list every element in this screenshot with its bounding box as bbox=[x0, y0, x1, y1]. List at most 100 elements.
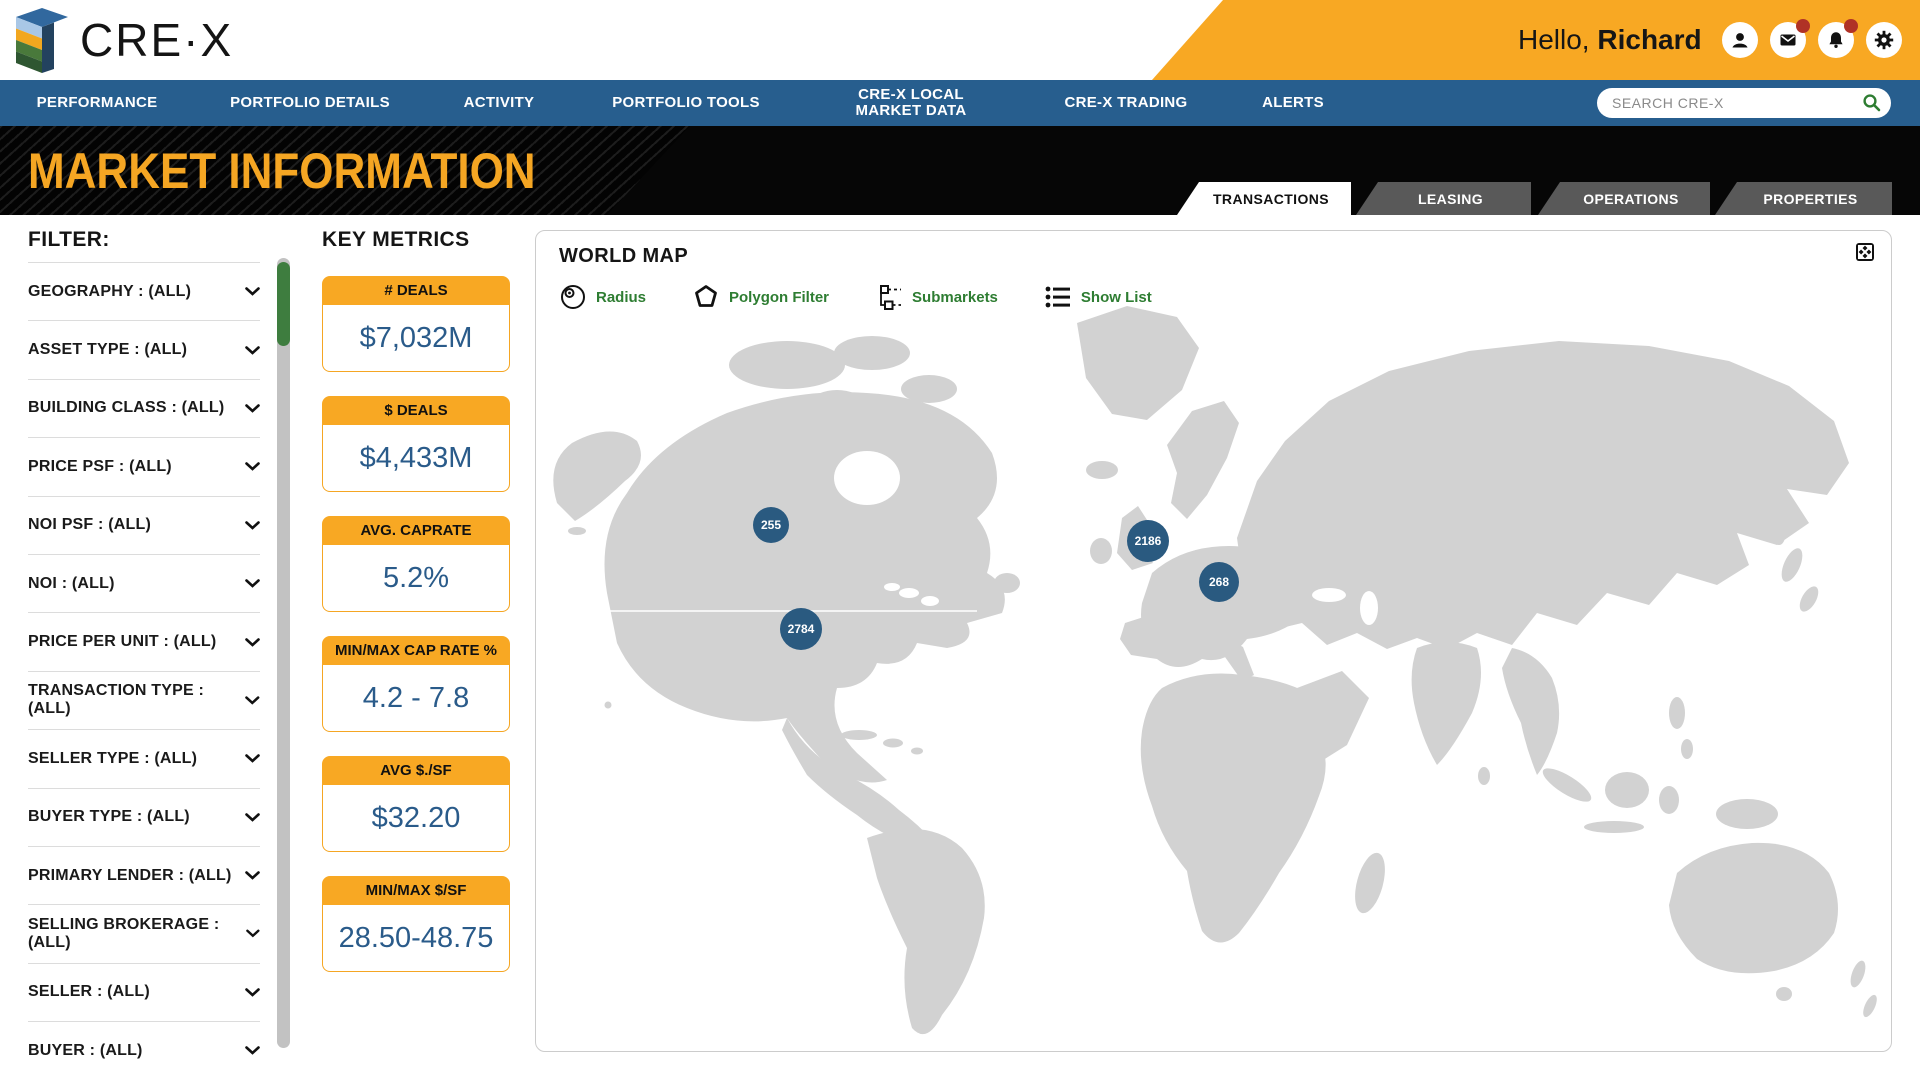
metric-card-avg-psf: AVG $./SF $32.20 bbox=[322, 756, 510, 852]
chevron-down-icon bbox=[245, 696, 260, 705]
chevron-down-icon bbox=[246, 929, 260, 938]
chevron-down-icon bbox=[245, 871, 260, 880]
metric-card-minmax-caprate: MIN/MAX CAP RATE % 4.2 - 7.8 bbox=[322, 636, 510, 732]
filter-row-selling-brokerage[interactable]: SELLING BROKERAGE : (ALL) bbox=[28, 904, 260, 962]
metric-value: 5.2% bbox=[322, 545, 510, 612]
metric-label: MIN/MAX CAP RATE % bbox=[322, 636, 510, 665]
filter-row-label: BUILDING CLASS : (ALL) bbox=[28, 399, 224, 417]
brand[interactable]: CRE·X bbox=[14, 6, 233, 74]
filter-row-label: GEOGRAPHY : (ALL) bbox=[28, 283, 191, 301]
account-button[interactable] bbox=[1722, 22, 1758, 58]
greeting: Hello, Richard bbox=[1518, 0, 1702, 80]
notifications-badge bbox=[1844, 19, 1858, 33]
key-metrics-title: KEY METRICS bbox=[322, 228, 510, 252]
nav-item-activity[interactable]: ACTIVITY bbox=[464, 80, 535, 126]
world-map-title: WORLD MAP bbox=[559, 245, 688, 268]
filter-row-label: PRIMARY LENDER : (ALL) bbox=[28, 867, 232, 885]
brand-logo-icon bbox=[14, 6, 72, 74]
nav-item-alerts[interactable]: ALERTS bbox=[1262, 80, 1324, 126]
filter-row-primary-lender[interactable]: PRIMARY LENDER : (ALL) bbox=[28, 846, 260, 904]
map-cluster-marker[interactable]: 2784 bbox=[780, 608, 822, 650]
key-metrics: KEY METRICS # DEALS $7,032M $ DEALS $4,4… bbox=[322, 228, 510, 972]
header-icon-buttons bbox=[1722, 22, 1902, 58]
bell-icon bbox=[1826, 30, 1846, 50]
filter-scrollbar-track[interactable] bbox=[277, 258, 290, 1048]
tab-properties[interactable]: PROPERTIES bbox=[1715, 182, 1892, 215]
expand-icon[interactable] bbox=[1855, 242, 1875, 262]
metric-value: $7,032M bbox=[322, 305, 510, 372]
metric-label: MIN/MAX $/SF bbox=[322, 876, 510, 905]
tab-operations[interactable]: OPERATIONS bbox=[1538, 182, 1710, 215]
nav-item-portfolio-tools[interactable]: PORTFOLIO TOOLS bbox=[612, 80, 760, 126]
filter-row-label: NOI : (ALL) bbox=[28, 575, 115, 593]
person-icon bbox=[1730, 30, 1750, 50]
page-banner: MARKET INFORMATION TRANSACTIONS LEASING … bbox=[0, 126, 1920, 215]
chevron-down-icon bbox=[245, 521, 260, 530]
filter-scrollbar-thumb[interactable] bbox=[277, 262, 290, 346]
metric-value: 4.2 - 7.8 bbox=[322, 665, 510, 732]
brand-name: CRE·X bbox=[80, 13, 233, 67]
map-cluster-marker[interactable]: 255 bbox=[753, 507, 789, 543]
search-icon[interactable] bbox=[1862, 93, 1882, 113]
world-map-panel: WORLD MAP Radius Pol bbox=[535, 230, 1892, 1052]
filter-row-noi-psf[interactable]: NOI PSF : (ALL) bbox=[28, 496, 260, 554]
chevron-down-icon bbox=[245, 579, 260, 588]
metric-card-minmax-psf: MIN/MAX $/SF 28.50-48.75 bbox=[322, 876, 510, 972]
nav-item-crex-trading[interactable]: CRE-X TRADING bbox=[1064, 80, 1187, 126]
chevron-down-icon bbox=[245, 813, 260, 822]
mail-icon bbox=[1778, 30, 1798, 50]
filter-row-label: NOI PSF : (ALL) bbox=[28, 516, 151, 534]
app-root: CRE·X Hello, Richard bbox=[0, 0, 1920, 1080]
chevron-down-icon bbox=[245, 754, 260, 763]
search bbox=[1597, 88, 1891, 118]
chevron-down-icon bbox=[245, 1046, 260, 1055]
nav-item-crex-local-market-data[interactable]: CRE-X LOCAL MARKET DATA bbox=[855, 80, 966, 126]
filter-row-price-psf[interactable]: PRICE PSF : (ALL) bbox=[28, 437, 260, 495]
filter-row-price-per-unit[interactable]: PRICE PER UNIT : (ALL) bbox=[28, 612, 260, 670]
map-cluster-marker[interactable]: 2186 bbox=[1127, 520, 1169, 562]
search-input[interactable] bbox=[1597, 88, 1891, 118]
map-cluster-marker[interactable]: 268 bbox=[1199, 562, 1239, 602]
metric-card-avg-caprate: AVG. CAPRATE 5.2% bbox=[322, 516, 510, 612]
filter-row-geography[interactable]: GEOGRAPHY : (ALL) bbox=[28, 262, 260, 320]
tab-transactions[interactable]: TRANSACTIONS bbox=[1177, 182, 1351, 215]
metric-label: AVG. CAPRATE bbox=[322, 516, 510, 545]
greeting-prefix: Hello, bbox=[1518, 24, 1597, 56]
filter-title: FILTER: bbox=[28, 228, 260, 252]
settings-button[interactable] bbox=[1866, 22, 1902, 58]
metric-value: 28.50-48.75 bbox=[322, 905, 510, 972]
filter-row-buyer[interactable]: BUYER : (ALL) bbox=[28, 1021, 260, 1079]
filter-list: GEOGRAPHY : (ALL) ASSET TYPE : (ALL) BUI… bbox=[28, 262, 260, 1079]
header: CRE·X Hello, Richard bbox=[0, 0, 1920, 80]
chevron-down-icon bbox=[245, 462, 260, 471]
gear-icon bbox=[1874, 30, 1894, 50]
messages-badge bbox=[1796, 19, 1810, 33]
chevron-down-icon bbox=[245, 404, 260, 413]
metric-label: $ DEALS bbox=[322, 396, 510, 425]
metric-value: $32.20 bbox=[322, 785, 510, 852]
world-map[interactable] bbox=[537, 293, 1892, 1048]
filter-row-seller[interactable]: SELLER : (ALL) bbox=[28, 963, 260, 1021]
filter-row-noi[interactable]: NOI : (ALL) bbox=[28, 554, 260, 612]
notifications-button[interactable] bbox=[1818, 22, 1854, 58]
filter-row-label: BUYER TYPE : (ALL) bbox=[28, 808, 190, 826]
metric-card-num-deals: # DEALS $7,032M bbox=[322, 276, 510, 372]
tab-leasing[interactable]: LEASING bbox=[1356, 182, 1531, 215]
filter-row-transaction-type[interactable]: TRANSACTION TYPE : (ALL) bbox=[28, 671, 260, 729]
filter-row-seller-type[interactable]: SELLER TYPE : (ALL) bbox=[28, 729, 260, 787]
filter-row-buyer-type[interactable]: BUYER TYPE : (ALL) bbox=[28, 788, 260, 846]
messages-button[interactable] bbox=[1770, 22, 1806, 58]
filter-row-label: PRICE PER UNIT : (ALL) bbox=[28, 633, 216, 651]
metric-label: AVG $./SF bbox=[322, 756, 510, 785]
filter-row-label: SELLER : (ALL) bbox=[28, 983, 150, 1001]
metric-value: $4,433M bbox=[322, 425, 510, 492]
metric-label: # DEALS bbox=[322, 276, 510, 305]
nav-item-performance[interactable]: PERFORMANCE bbox=[37, 80, 158, 126]
filter-row-label: BUYER : (ALL) bbox=[28, 1042, 143, 1060]
filter-row-label: PRICE PSF : (ALL) bbox=[28, 458, 172, 476]
chevron-down-icon bbox=[245, 346, 260, 355]
main-nav: PERFORMANCE PORTFOLIO DETAILS ACTIVITY P… bbox=[0, 80, 1920, 126]
nav-item-portfolio-details[interactable]: PORTFOLIO DETAILS bbox=[230, 80, 390, 126]
filter-row-asset-type[interactable]: ASSET TYPE : (ALL) bbox=[28, 320, 260, 378]
filter-row-building-class[interactable]: BUILDING CLASS : (ALL) bbox=[28, 379, 260, 437]
